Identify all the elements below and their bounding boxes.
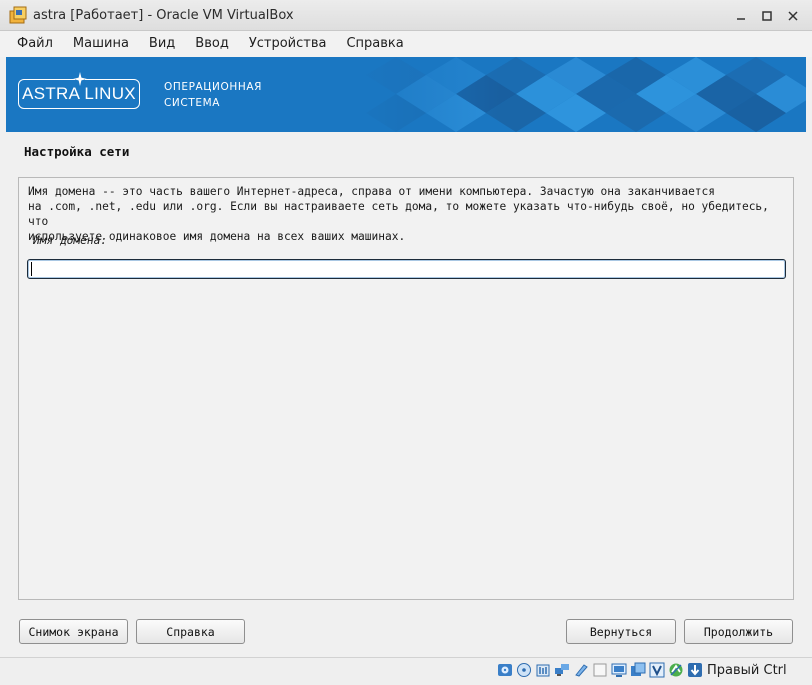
window-title: astra [Работает] - Oracle VM VirtualBox [33,7,294,23]
page-title: Настройка сети [24,144,130,159]
field-description: Имя домена -- это часть вашего Интернет-… [28,184,788,244]
continue-button[interactable]: Продолжить [684,619,793,644]
network-icon[interactable] [553,661,570,679]
menu-input[interactable]: Ввод [185,31,239,57]
shared-folders-icon[interactable] [591,661,608,679]
description-line: на .com, .net, .edu или .org. Если вы на… [28,200,769,228]
menu-devices[interactable]: Устройства [239,31,337,57]
menu-file[interactable]: Файл [7,31,63,57]
video-capture-icon[interactable] [629,661,646,679]
text-cursor [31,262,32,276]
optical-drive-icon[interactable] [515,661,532,679]
os-tagline: ОПЕРАЦИОННАЯ СИСТЕМА [164,79,262,111]
back-button[interactable]: Вернуться [566,619,676,644]
maximize-button[interactable] [754,3,780,29]
tagline-line1: ОПЕРАЦИОННАЯ [164,81,263,93]
host-key-label: Правый Ctrl [707,663,787,678]
banner-pattern [336,57,806,132]
domain-name-input[interactable] [27,259,786,279]
screenshot-button[interactable]: Снимок экрана [19,619,128,644]
audio-icon[interactable] [534,661,551,679]
description-line: используете одинаковое имя домена на все… [28,230,406,243]
description-line: Имя домена -- это часть вашего Интернет-… [28,185,716,198]
menu-view[interactable]: Вид [139,31,185,57]
content-panel: Имя домена -- это часть вашего Интернет-… [18,177,794,600]
domain-field-label: Имя домена: [33,234,108,247]
menu-bar: Файл Машина Вид Ввод Устройства Справка [0,31,812,57]
astra-banner: ASTRA LINUX ОПЕРАЦИОННАЯ СИСТЕМА [6,57,806,132]
virtualbox-app-icon [9,6,27,24]
hard-disk-icon[interactable] [496,661,513,679]
close-icon [788,10,798,21]
vm-status-bar: Правый Ctrl [0,657,812,685]
usb-icon[interactable] [572,661,589,679]
maximize-icon [762,10,772,21]
logo-text: ASTRA LINUX [22,84,136,103]
keyboard-capture-icon[interactable] [686,661,703,679]
display-icon[interactable] [610,661,627,679]
mouse-integration-icon[interactable] [667,661,684,679]
virtualization-icon[interactable] [648,661,665,679]
menu-machine[interactable]: Машина [63,31,139,57]
help-button[interactable]: Справка [136,619,245,644]
minimize-button[interactable] [728,3,754,29]
star-icon [73,72,87,86]
window-titlebar: astra [Работает] - Oracle VM VirtualBox [0,0,812,31]
tagline-line2: СИСТЕМА [164,97,221,109]
astra-logo: ASTRA LINUX [18,72,140,109]
menu-help[interactable]: Справка [336,31,413,57]
close-button[interactable] [780,3,806,29]
minimize-icon [737,17,745,20]
